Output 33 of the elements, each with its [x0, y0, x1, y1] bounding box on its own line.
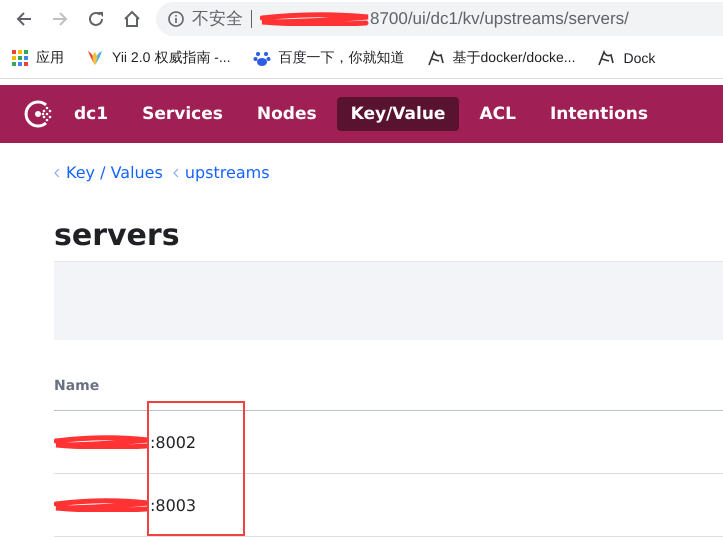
reload-icon: [87, 10, 105, 28]
forward-arrow-icon: [51, 10, 69, 28]
breadcrumb-link[interactable]: upstreams: [172, 163, 270, 182]
nav-tab[interactable]: Services: [128, 97, 237, 131]
bookmark-item[interactable]: 百度一下，你就知道: [278, 49, 405, 67]
apps-grid-icon: [12, 50, 28, 66]
bookmark-item[interactable]: Dock: [623, 50, 656, 66]
datacenter-menu[interactable]: dc1: [60, 97, 122, 131]
consul-logo-icon: [24, 99, 54, 129]
address-bar[interactable]: 不安全 8700/ui/dc1/kv/upstreams/servers/: [156, 2, 723, 36]
table-cell[interactable]: :8003: [150, 496, 196, 514]
column-header: Name: [54, 378, 100, 394]
chevron-left-icon: [172, 168, 179, 178]
bookmark-item[interactable]: 应用: [36, 49, 64, 67]
nav-tab[interactable]: Key/Value: [336, 97, 460, 131]
breadcrumb-link[interactable]: Key / Values: [54, 163, 163, 182]
nav-tab[interactable]: Nodes: [242, 97, 331, 131]
table-cell[interactable]: :8002: [150, 432, 196, 452]
security-label: 不安全: [192, 10, 252, 28]
back-arrow-icon: [15, 10, 33, 28]
leaf-logo-icon: [86, 49, 104, 67]
nav-tab[interactable]: Intentions: [536, 97, 662, 131]
nav-tab[interactable]: ACL: [465, 97, 530, 131]
chevron-left-icon: [54, 168, 60, 178]
page-title: servers: [54, 218, 181, 253]
bookmark-item[interactable]: 基于docker/docke...: [452, 49, 576, 67]
pen-doodle-icon: [597, 49, 616, 67]
url-text: 8700/ui/dc1/kv/upstreams/servers/: [370, 9, 629, 29]
home-icon: [123, 10, 141, 28]
bookmark-item[interactable]: Yii 2.0 权威指南 -...: [112, 49, 231, 67]
paw-icon: [252, 49, 271, 67]
pen-doodle-icon: [426, 49, 445, 67]
info-icon: [168, 11, 184, 27]
